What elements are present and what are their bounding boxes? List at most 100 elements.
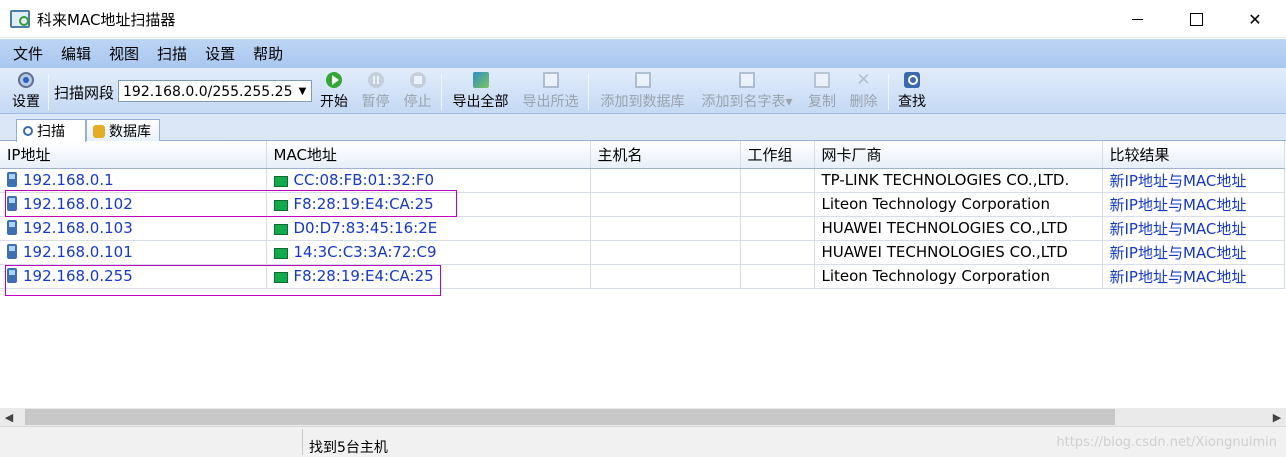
compare-result-cell[interactable]: 新IP地址与MAC地址 [1102, 216, 1285, 241]
scrollbar-thumb[interactable] [25, 409, 1115, 425]
host-cell[interactable] [590, 240, 741, 265]
menu-view[interactable]: 视图 [109, 43, 139, 64]
table-row[interactable]: 192.168.0.102 F8:28:19:E4:CA:25 Liteon T… [0, 192, 1285, 217]
tab-database[interactable]: 数据库 [86, 119, 160, 142]
column-workgroup-header[interactable]: 工作组 [740, 141, 815, 169]
delete-button[interactable]: ✕ 删除 [847, 72, 880, 112]
toolbar-separator [441, 74, 442, 110]
scan-results-table: IP地址 MAC地址 主机名 工作组 网卡厂商 比较结果 192.168.0.1… [0, 141, 1286, 408]
scan-range-input[interactable] [118, 80, 312, 102]
menu-settings[interactable]: 设置 [205, 43, 235, 64]
close-button[interactable]: ✕ [1232, 0, 1278, 38]
scroll-left-icon[interactable]: ◀ [0, 408, 18, 426]
settings-button[interactable]: 设置 [8, 72, 44, 112]
table-row[interactable]: 192.168.0.1 CC:08:FB:01:32:F0 TP-LINK TE… [0, 168, 1285, 193]
table-row[interactable]: 192.168.0.101 14:3C:C3:3A:72:C9 HUAWEI T… [0, 240, 1285, 265]
stop-button[interactable]: 停止 [401, 72, 434, 112]
database-icon [93, 124, 105, 138]
workgroup-cell[interactable] [740, 168, 815, 193]
ip-address: 192.168.0.101 [23, 243, 133, 261]
pause-button[interactable]: 暂停 [359, 72, 392, 112]
column-vendor-header[interactable]: 网卡厂商 [814, 141, 1103, 169]
host-cell[interactable] [590, 168, 741, 193]
start-label: 开始 [320, 94, 348, 110]
compare-result-cell[interactable]: 新IP地址与MAC地址 [1102, 240, 1285, 265]
mac-cell[interactable]: F8:28:19:E4:CA:25 [266, 192, 591, 217]
menu-edit[interactable]: 编辑 [61, 43, 91, 64]
vendor-cell[interactable]: Liteon Technology Corporation [814, 192, 1103, 217]
vendor-cell[interactable]: HUAWEI TECHNOLOGIES CO.,LTD [814, 240, 1103, 265]
ip-address: 192.168.0.255 [23, 267, 133, 285]
table-row[interactable]: 192.168.0.103 D0:D7:83:45:16:2E HUAWEI T… [0, 216, 1285, 241]
ip-cell[interactable]: 192.168.0.103 [0, 216, 267, 241]
compare-result-cell[interactable]: 新IP地址与MAC地址 [1102, 168, 1285, 193]
search-icon [23, 126, 33, 136]
vendor-cell[interactable]: HUAWEI TECHNOLOGIES CO.,LTD [814, 216, 1103, 241]
network-card-icon [273, 272, 288, 283]
ip-cell[interactable]: 192.168.0.102 [0, 192, 267, 217]
name-table-add-icon [739, 72, 755, 88]
mac-cell[interactable]: CC:08:FB:01:32:F0 [266, 168, 591, 193]
start-button[interactable]: 开始 [318, 72, 350, 112]
ip-cell[interactable]: 192.168.0.1 [0, 168, 267, 193]
title-bar: 科来MAC地址扫描器 ✕ [0, 0, 1286, 38]
computer-icon [7, 220, 17, 235]
menu-help[interactable]: 帮助 [253, 43, 283, 64]
find-search-icon [904, 72, 920, 88]
workgroup-cell[interactable] [740, 192, 815, 217]
menu-scan[interactable]: 扫描 [157, 43, 187, 64]
network-card-icon [273, 224, 288, 235]
workgroup-cell[interactable] [740, 216, 815, 241]
toolbar-separator [588, 74, 589, 110]
column-mac-header[interactable]: MAC地址 [266, 141, 591, 169]
export-all-icon [472, 72, 489, 88]
database-add-icon [634, 72, 651, 88]
mac-address: CC:08:FB:01:32:F0 [293, 171, 435, 189]
ip-cell[interactable]: 192.168.0.255 [0, 264, 267, 289]
copy-button[interactable]: 复制 [806, 72, 838, 112]
add-to-name-table-label: 添加到名字表 [701, 94, 786, 110]
column-host-header[interactable]: 主机名 [590, 141, 741, 169]
add-to-database-button[interactable]: 添加到数据库 [596, 72, 689, 112]
host-cell[interactable] [590, 192, 741, 217]
computer-icon [7, 196, 17, 211]
export-selected-button[interactable]: 导出所选 [519, 72, 582, 112]
horizontal-scrollbar[interactable]: ◀ ▶ [0, 408, 1286, 426]
pause-label: 暂停 [361, 94, 390, 110]
vendor-cell[interactable]: TP-LINK TECHNOLOGIES CO.,LTD. [814, 168, 1103, 193]
minimize-button[interactable] [1114, 0, 1160, 38]
delete-label: 删除 [849, 94, 878, 110]
scan-range-label: 扫描网段 [54, 84, 115, 102]
maximize-button[interactable] [1173, 0, 1219, 38]
copy-label: 复制 [808, 94, 836, 110]
tab-scan[interactable]: 扫描 [16, 119, 86, 142]
column-ip-header[interactable]: IP地址 [0, 141, 267, 169]
ip-address: 192.168.0.102 [23, 195, 133, 213]
dropdown-arrow-icon: ▾ [785, 94, 793, 110]
settings-gear-icon [18, 72, 34, 88]
menu-file[interactable]: 文件 [13, 43, 43, 64]
export-all-button[interactable]: 导出全部 [449, 72, 512, 112]
scroll-right-icon[interactable]: ▶ [1268, 408, 1286, 426]
ip-cell[interactable]: 192.168.0.101 [0, 240, 267, 265]
column-result-header[interactable]: 比较结果 [1102, 141, 1285, 169]
host-cell[interactable] [590, 264, 741, 289]
add-to-name-table-button[interactable]: 添加到名字表▾ [697, 72, 797, 112]
table-row[interactable]: 192.168.0.255 F8:28:19:E4:CA:25 Liteon T… [0, 264, 1285, 289]
status-message: 找到5台主机 [309, 440, 388, 456]
compare-result-cell[interactable]: 新IP地址与MAC地址 [1102, 264, 1285, 289]
mac-cell[interactable]: 14:3C:C3:3A:72:C9 [266, 240, 591, 265]
compare-result-cell[interactable]: 新IP地址与MAC地址 [1102, 192, 1285, 217]
workgroup-cell[interactable] [740, 240, 815, 265]
toolbar: 设置 扫描网段 ▼ 开始 暂停 停止 导出全部 导出所选 添加到数据库 添加到名… [0, 68, 1286, 114]
scan-range-dropdown-icon[interactable]: ▼ [294, 81, 311, 101]
mac-address: F8:28:19:E4:CA:25 [293, 195, 434, 213]
mac-cell[interactable]: D0:D7:83:45:16:2E [266, 216, 591, 241]
computer-icon [7, 268, 17, 283]
vendor-cell[interactable]: Liteon Technology Corporation [814, 264, 1103, 289]
export-all-label: 导出全部 [452, 94, 509, 110]
mac-cell[interactable]: F8:28:19:E4:CA:25 [266, 264, 591, 289]
workgroup-cell[interactable] [740, 264, 815, 289]
find-button[interactable]: 查找 [896, 72, 928, 112]
host-cell[interactable] [590, 216, 741, 241]
